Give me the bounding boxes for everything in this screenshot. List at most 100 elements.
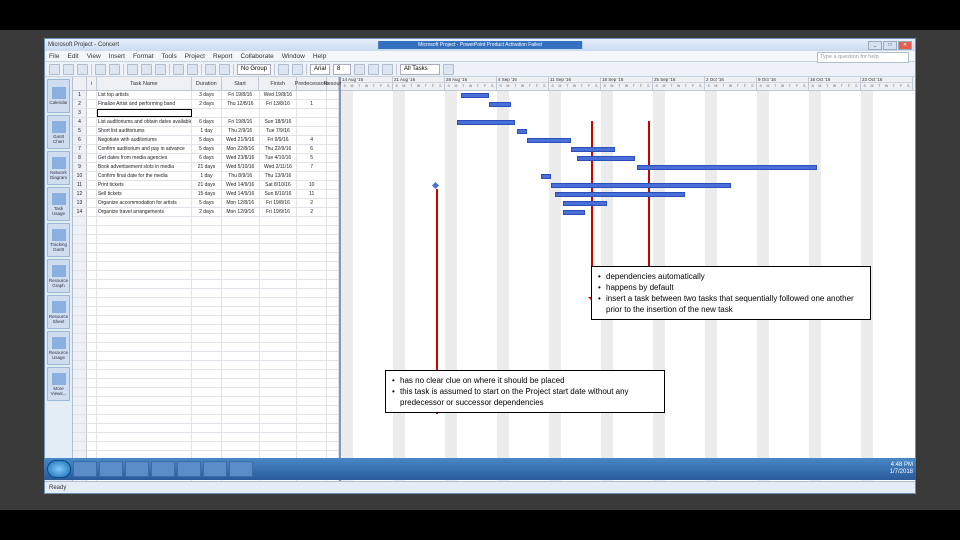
table-row[interactable] — [73, 280, 339, 289]
table-row[interactable]: 5Short list auditoriums1 dayThu 2/9/16Tu… — [73, 127, 339, 136]
table-row[interactable] — [73, 442, 339, 451]
table-row[interactable]: 11Print tickets21 daysWed 14/9/16Sat 8/1… — [73, 181, 339, 190]
viewbar-tracking[interactable]: Tracking Gantt — [47, 223, 70, 257]
taskbar-notepad-icon[interactable] — [125, 461, 149, 477]
gantt-bar[interactable] — [517, 129, 527, 134]
table-row[interactable] — [73, 406, 339, 415]
save-icon[interactable] — [77, 64, 88, 75]
table-row[interactable] — [73, 253, 339, 262]
help-search[interactable]: Type a question for help — [817, 52, 909, 63]
table-row[interactable] — [73, 289, 339, 298]
viewbar-gantt[interactable]: Gantt Chart — [47, 115, 70, 149]
taskbar-project-icon[interactable] — [229, 461, 253, 477]
table-row[interactable] — [73, 388, 339, 397]
col-pred[interactable]: Predecessors — [297, 77, 327, 90]
taskbar-chrome-icon[interactable] — [151, 461, 175, 477]
gantt-bar[interactable] — [457, 120, 515, 125]
viewbar-network[interactable]: Network Diagram — [47, 151, 70, 185]
menu-view[interactable]: View — [87, 53, 101, 60]
col-finish[interactable]: Finish — [259, 77, 297, 90]
taskbar-word-icon[interactable] — [177, 461, 201, 477]
table-row[interactable] — [73, 235, 339, 244]
gantt-bar[interactable] — [541, 174, 551, 179]
gantt-bar[interactable] — [563, 210, 585, 215]
minimize-button[interactable]: _ — [868, 41, 882, 50]
viewbar-taskusage[interactable]: Task Usage — [47, 187, 70, 221]
bold-icon[interactable] — [354, 64, 365, 75]
table-row[interactable]: 12Sell tickets15 daysWed 14/9/16Sun 8/10… — [73, 190, 339, 199]
table-row[interactable] — [73, 226, 339, 235]
table-row[interactable] — [73, 352, 339, 361]
table-row[interactable] — [73, 262, 339, 271]
table-row[interactable] — [73, 370, 339, 379]
table-row[interactable] — [73, 334, 339, 343]
zoom-out-icon[interactable] — [292, 64, 303, 75]
gantt-bar[interactable] — [577, 156, 635, 161]
menu-tools[interactable]: Tools — [162, 53, 177, 60]
menu-file[interactable]: File — [49, 53, 59, 60]
col-duration[interactable]: Duration — [192, 77, 222, 90]
new-icon[interactable] — [49, 64, 60, 75]
menu-format[interactable]: Format — [133, 53, 154, 60]
table-row[interactable] — [73, 415, 339, 424]
gantt-bar[interactable] — [461, 93, 489, 98]
gantt-bar[interactable] — [555, 192, 685, 197]
table-row[interactable] — [73, 397, 339, 406]
paste-icon[interactable] — [155, 64, 166, 75]
table-row[interactable]: 10Confirm final date for the media1 dayT… — [73, 172, 339, 181]
autofilter-icon[interactable] — [443, 64, 454, 75]
taskbar-explorer-icon[interactable] — [99, 461, 123, 477]
table-row[interactable] — [73, 343, 339, 352]
start-button[interactable] — [47, 460, 71, 478]
italic-icon[interactable] — [368, 64, 379, 75]
gantt-bar[interactable] — [489, 102, 511, 107]
open-icon[interactable] — [63, 64, 74, 75]
menu-window[interactable]: Window — [282, 53, 305, 60]
table-row[interactable] — [73, 271, 339, 280]
menu-collaborate[interactable]: Collaborate — [240, 53, 273, 60]
system-tray[interactable]: 4:48 PM 1/7/2018 — [890, 462, 913, 476]
menu-insert[interactable]: Insert — [109, 53, 125, 60]
gantt-bar[interactable] — [571, 147, 615, 152]
cut-icon[interactable] — [127, 64, 138, 75]
copy-icon[interactable] — [141, 64, 152, 75]
font-select[interactable]: Arial — [310, 64, 330, 75]
table-row[interactable] — [73, 244, 339, 253]
table-row[interactable]: 2Finalize Artist and performing band2 da… — [73, 100, 339, 109]
gantt-bar[interactable] — [637, 165, 817, 170]
fontsize-select[interactable]: 8 — [333, 64, 351, 75]
table-row[interactable]: 4List auditoriums and obtain dates avail… — [73, 118, 339, 127]
taskbar-ie-icon[interactable] — [73, 461, 97, 477]
col-id[interactable] — [73, 77, 87, 90]
gantt-bar[interactable] — [527, 138, 571, 143]
table-row[interactable] — [73, 424, 339, 433]
table-row[interactable]: 3 — [73, 109, 339, 118]
preview-icon[interactable] — [109, 64, 120, 75]
table-row[interactable] — [73, 316, 339, 325]
col-taskname[interactable]: Task Name — [97, 77, 192, 90]
table-row[interactable] — [73, 307, 339, 316]
table-row[interactable]: 14Organize travel arrangements2 daysMon … — [73, 208, 339, 217]
close-button[interactable]: ✕ — [898, 41, 912, 50]
viewbar-resgraph[interactable]: Resource Graph — [47, 259, 70, 293]
viewbar-resusage[interactable]: Resource Usage — [47, 331, 70, 365]
table-row[interactable]: 8Get dates from media agencies6 daysWed … — [73, 154, 339, 163]
menu-help[interactable]: Help — [313, 53, 326, 60]
table-row[interactable] — [73, 217, 339, 226]
taskbar-powerpoint-icon[interactable] — [203, 461, 227, 477]
table-row[interactable]: 13Organize accommodation for artists5 da… — [73, 199, 339, 208]
zoom-in-icon[interactable] — [278, 64, 289, 75]
underline-icon[interactable] — [382, 64, 393, 75]
viewbar-calendar[interactable]: Calendar — [47, 79, 70, 113]
print-icon[interactable] — [95, 64, 106, 75]
table-row[interactable] — [73, 298, 339, 307]
table-row[interactable] — [73, 379, 339, 388]
col-indicator[interactable]: i — [87, 77, 97, 90]
menu-project[interactable]: Project — [185, 53, 205, 60]
redo-icon[interactable] — [187, 64, 198, 75]
table-row[interactable] — [73, 433, 339, 442]
table-row[interactable]: 7Confirm auditorium and pay in advance5 … — [73, 145, 339, 154]
col-res[interactable]: Resour — [327, 77, 339, 90]
group-select[interactable]: No Group — [237, 64, 271, 75]
menu-edit[interactable]: Edit — [67, 53, 78, 60]
